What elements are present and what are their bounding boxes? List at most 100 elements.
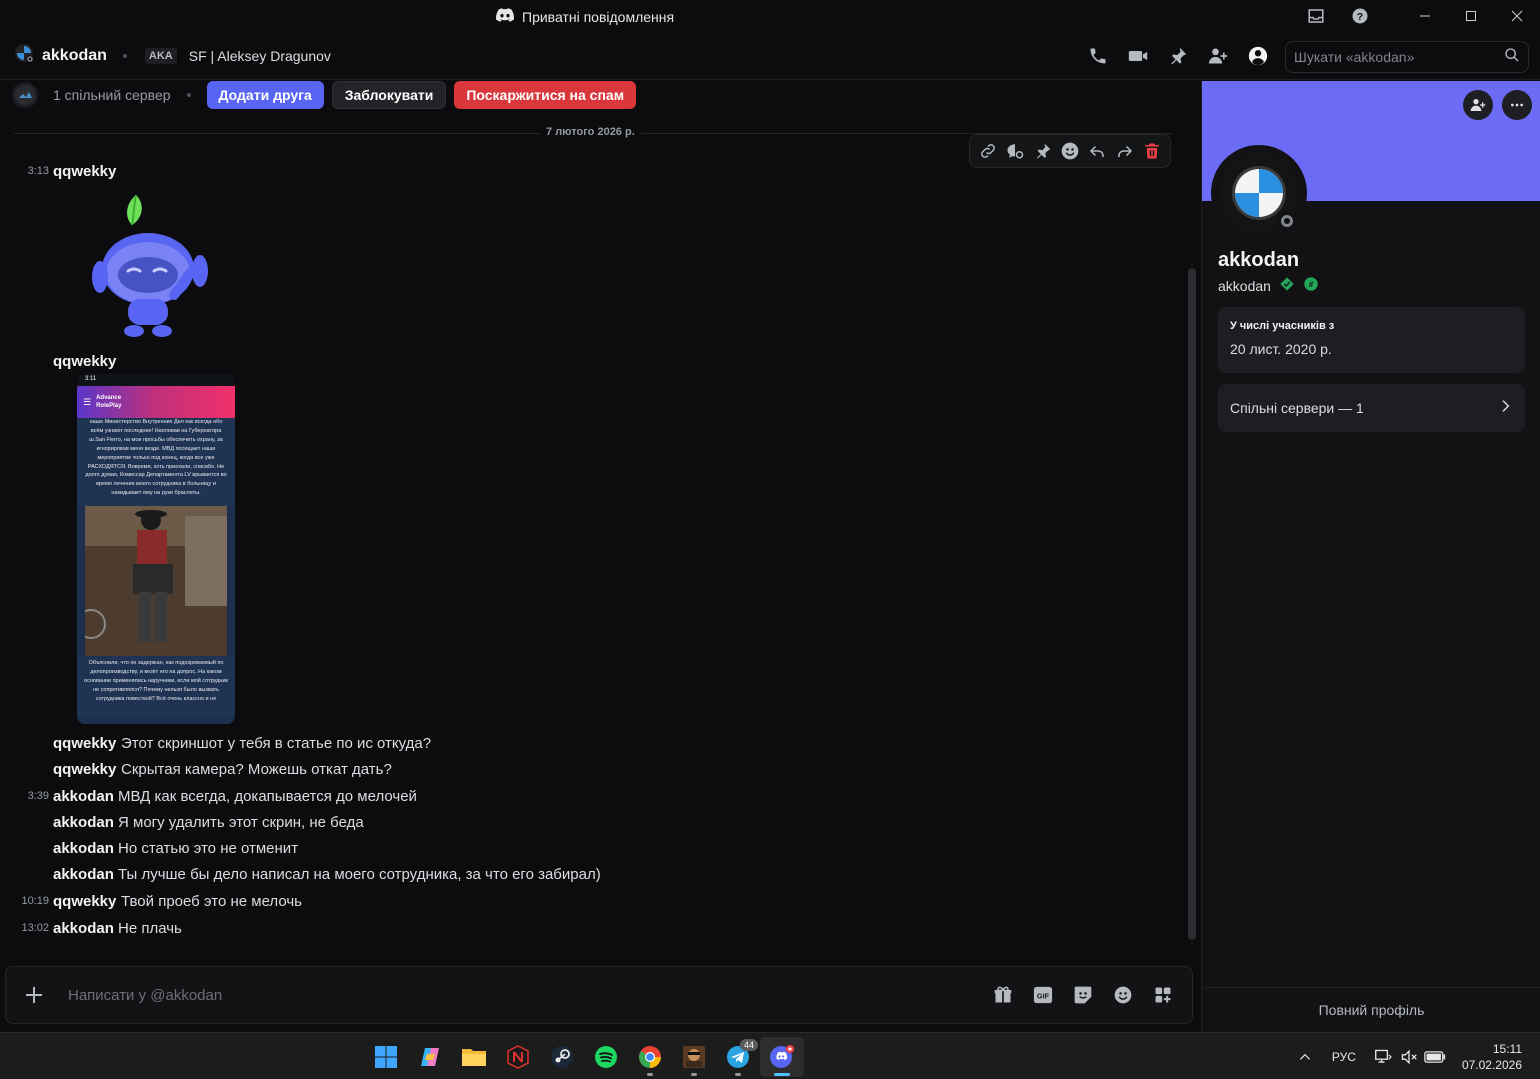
steam-icon[interactable] <box>540 1037 584 1077</box>
user-profile-panel: akkodan akkodan # У числі учасників з 20… <box>1201 81 1540 1032</box>
verified-badge-icon[interactable] <box>1279 276 1295 295</box>
profile-display-name: akkodan <box>1218 249 1300 271</box>
running-indicator <box>691 1072 697 1076</box>
mutual-servers-label: Спільні сервери — 1 <box>1230 400 1364 416</box>
add-friends-to-dm-icon[interactable] <box>1204 42 1232 70</box>
pin-message-icon[interactable] <box>1031 139 1055 163</box>
reply-icon[interactable] <box>1085 139 1109 163</box>
user-profile-toggle-icon[interactable] <box>1244 42 1272 70</box>
article-text-bottom: Объяснили, что он задержан, как подозрев… <box>77 656 235 716</box>
input-language[interactable]: РУС <box>1332 1050 1356 1064</box>
message-input[interactable] <box>68 986 991 1004</box>
forward-icon[interactable] <box>1113 139 1137 163</box>
more-options-icon[interactable] <box>1502 90 1532 120</box>
app-header: ☰ Advance RolePlay <box>77 386 235 418</box>
minimize-button[interactable] <box>1402 0 1448 32</box>
clock[interactable]: 15:11 07.02.2026 <box>1462 1041 1522 1073</box>
member-since-label: У числі учасників з <box>1230 320 1335 332</box>
member-since-value: 20 лист. 2020 р. <box>1230 341 1332 357</box>
message-author[interactable]: akkodan <box>53 814 114 831</box>
running-indicator <box>774 1072 790 1076</box>
delete-message-icon[interactable] <box>1140 139 1164 163</box>
wumpus-sticker[interactable] <box>88 191 214 343</box>
header-username[interactable]: akkodan <box>42 47 107 65</box>
svg-text:GIF: GIF <box>1037 992 1050 1001</box>
report-spam-button[interactable]: Поскаржитися на спам <box>454 81 637 109</box>
svg-text:#: # <box>1309 280 1314 289</box>
gif-icon[interactable]: GIF <box>1031 983 1055 1007</box>
emoji-icon[interactable] <box>1111 983 1135 1007</box>
message-author[interactable]: qqwekky <box>53 761 116 778</box>
message-content: Не плачь <box>118 919 182 937</box>
message-timestamp[interactable]: 13:02 <box>0 922 49 934</box>
file-explorer-icon[interactable] <box>452 1037 496 1077</box>
message-timestamp[interactable]: 10:19 <box>0 895 49 907</box>
mutual-servers-link[interactable]: 1 спільний сервер <box>53 87 171 103</box>
mark-unread-icon[interactable] <box>1003 139 1027 163</box>
message-author[interactable]: akkodan <box>53 866 114 883</box>
pinned-messages-icon[interactable] <box>1164 42 1192 70</box>
chrome-icon[interactable] <box>628 1037 672 1077</box>
search-box[interactable] <box>1285 41 1529 73</box>
message-author[interactable]: qqwekky <box>53 893 116 910</box>
message-author[interactable]: qqwekky <box>53 735 116 752</box>
block-button[interactable]: Заблокувати <box>331 81 447 109</box>
copilot-icon[interactable] <box>408 1037 452 1077</box>
windows-taskbar: 44 РУС 15:11 07.02.2026 <box>0 1032 1540 1079</box>
message-author[interactable]: akkodan <box>53 840 114 857</box>
message-author[interactable]: akkodan <box>53 788 114 805</box>
add-friend-button[interactable]: Додати друга <box>206 81 324 109</box>
aka-name: SF | Aleksey Dragunov <box>188 47 331 64</box>
video-call-icon[interactable] <box>1124 42 1152 70</box>
upload-plus-icon[interactable] <box>6 985 62 1005</box>
voice-call-icon[interactable] <box>1084 42 1112 70</box>
member-since-card: У числі учасників з 20 лист. 2020 р. <box>1218 307 1525 373</box>
message-actions-toolbar <box>969 134 1171 168</box>
maximize-button[interactable] <box>1448 0 1494 32</box>
window-title: Приватні повідомлення <box>496 8 674 25</box>
window-titlebar: Приватні повідомлення ? <box>0 0 1540 32</box>
telegram-icon[interactable]: 44 <box>716 1037 760 1077</box>
search-input[interactable] <box>1294 49 1504 65</box>
copy-link-icon[interactable] <box>976 139 1000 163</box>
discord-taskbar-icon[interactable] <box>760 1036 804 1077</box>
spotify-icon[interactable] <box>584 1037 628 1077</box>
app-name: Advance RolePlay <box>96 395 122 409</box>
message-timestamp[interactable]: 3:39 <box>0 790 49 802</box>
message-content: Но статью это не отменит <box>118 839 299 857</box>
network-icon[interactable] <box>1370 1049 1396 1065</box>
svg-text:?: ? <box>1357 11 1363 23</box>
search-icon[interactable] <box>1504 47 1520 68</box>
screenshot-attachment[interactable]: 3:11 ☰ Advance RolePlay наше Министерство… <box>77 374 235 724</box>
profile-username[interactable]: akkodan <box>1218 278 1271 294</box>
battery-icon[interactable] <box>1422 1050 1448 1064</box>
chat-scrollbar[interactable] <box>1188 268 1196 940</box>
message-author[interactable]: qqwekky <box>53 353 116 370</box>
close-button[interactable] <box>1494 0 1540 32</box>
system-tray: РУС 15:11 07.02.2026 <box>1292 1033 1540 1079</box>
chevron-up-icon[interactable] <box>1292 1050 1318 1064</box>
game-app-icon[interactable] <box>672 1037 716 1077</box>
hashtag-badge-icon[interactable]: # <box>1303 276 1319 295</box>
article-image <box>85 506 227 656</box>
sticker-icon[interactable] <box>1071 983 1095 1007</box>
add-friend-icon[interactable] <box>1463 90 1493 120</box>
help-icon[interactable]: ? <box>1338 0 1382 32</box>
apps-icon[interactable] <box>1151 983 1175 1007</box>
add-reaction-icon[interactable] <box>1058 139 1082 163</box>
profile-username-row: akkodan # <box>1218 276 1319 295</box>
message-content: Этот скриншот у тебя в статье по ис отку… <box>121 734 432 752</box>
message-timestamp[interactable]: 3:13 <box>0 165 49 177</box>
start-menu-icon[interactable] <box>364 1037 408 1077</box>
volume-muted-icon[interactable] <box>1396 1049 1422 1065</box>
phone-status-bar: 3:11 <box>77 374 235 386</box>
gift-icon[interactable] <box>991 983 1015 1007</box>
message-author[interactable]: akkodan <box>53 920 114 937</box>
message-author[interactable]: qqwekky <box>53 163 116 180</box>
user-avatar-icon[interactable] <box>14 43 34 68</box>
inbox-icon[interactable] <box>1294 0 1338 32</box>
launcher-app-icon[interactable] <box>496 1037 540 1077</box>
full-profile-button[interactable]: Повний профіль <box>1202 987 1540 1032</box>
mutual-server-avatar[interactable] <box>12 82 38 108</box>
mutual-servers-card[interactable]: Спільні сервери — 1 <box>1218 384 1525 432</box>
